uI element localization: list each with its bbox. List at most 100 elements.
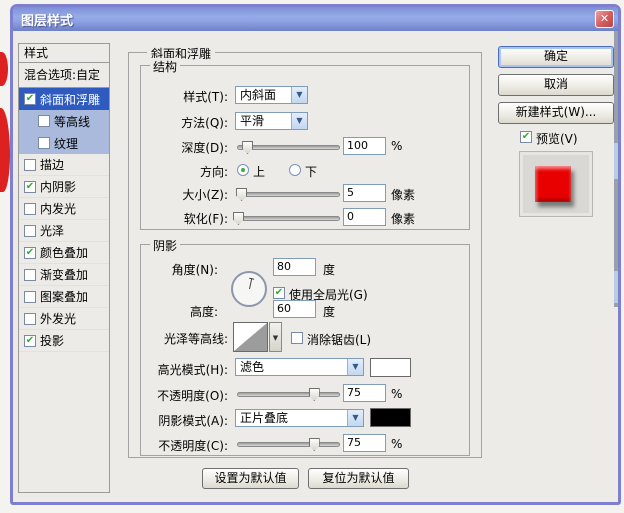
item-checkbox[interactable]	[38, 115, 50, 127]
item-label: 投影	[40, 334, 65, 348]
technique-label: 方法(Q):	[181, 116, 228, 130]
angle-dial[interactable]	[231, 271, 267, 307]
sidebar-item-3[interactable]: 描边	[19, 154, 109, 176]
scrollbar-segment[interactable]	[614, 271, 618, 303]
item-label: 图案叠加	[40, 290, 89, 304]
item-label: 颜色叠加	[40, 246, 89, 260]
sidebar-item-10[interactable]: 外发光	[19, 308, 109, 330]
scrollbar-segment[interactable]	[614, 143, 618, 179]
sidebar-item-7[interactable]: ✔ 颜色叠加	[19, 242, 109, 264]
item-label: 等高线	[54, 114, 91, 129]
highlight-mode-label: 高光模式(H):	[157, 363, 228, 377]
shadow-mode-select[interactable]: 正片叠底 ▼	[235, 409, 364, 427]
anti-alias-checkbox[interactable]	[291, 332, 303, 344]
highlight-opacity-slider[interactable]	[237, 388, 340, 401]
chevron-down-icon[interactable]: ▼	[347, 410, 363, 426]
item-checkbox[interactable]: ✔	[24, 93, 36, 105]
contour-thumbnail-icon	[234, 323, 267, 351]
direction-up-label: 上	[253, 165, 266, 179]
shadow-mode-label: 阴影模式(A):	[158, 414, 228, 428]
gloss-contour-swatch[interactable]	[233, 322, 268, 352]
item-label: 纹理	[54, 136, 79, 151]
sidebar-item-0[interactable]: ✔ 斜面和浮雕	[19, 88, 109, 110]
item-checkbox[interactable]	[24, 312, 36, 325]
item-checkbox[interactable]	[24, 158, 36, 171]
anti-alias-label: 消除锯齿(L)	[307, 333, 372, 347]
structure-legend: 结构	[150, 58, 181, 75]
sidebar-item-2[interactable]: 纹理	[19, 132, 109, 154]
size-slider[interactable]	[236, 188, 340, 201]
soften-unit: 像素	[391, 212, 416, 226]
soften-slider[interactable]	[233, 212, 340, 225]
direction-up-radio[interactable]	[237, 164, 249, 176]
highlight-mode-select[interactable]: 滤色 ▼	[235, 358, 364, 376]
depth-slider[interactable]	[237, 141, 340, 154]
sidebar-item-11[interactable]: ✔ 投影	[19, 330, 109, 352]
direction-label: 方向:	[199, 165, 228, 179]
sidebar-item-5[interactable]: 内发光	[19, 198, 109, 220]
global-light-checkbox[interactable]: ✔	[273, 287, 285, 299]
highlight-mode-value: 滤色	[240, 360, 265, 374]
new-style-button[interactable]: 新建样式(W)...	[498, 102, 614, 124]
technique-select[interactable]: 平滑 ▼	[235, 112, 308, 130]
chevron-down-icon[interactable]: ▼	[291, 87, 307, 103]
altitude-input[interactable]: 60	[273, 300, 316, 318]
item-checkbox[interactable]	[24, 268, 36, 281]
sidebar-item-8[interactable]: 渐变叠加	[19, 264, 109, 286]
shadow-opacity-slider[interactable]	[237, 438, 340, 451]
ok-button[interactable]: 确定	[498, 46, 614, 68]
item-label: 渐变叠加	[40, 268, 89, 282]
styles-list-header: 样式	[19, 44, 109, 63]
close-icon[interactable]: ✕	[595, 10, 614, 28]
angle-unit: 度	[323, 263, 336, 277]
sidebar-item-blending-options[interactable]: 混合选项:自定	[19, 63, 109, 88]
sidebar-item-9[interactable]: 图案叠加	[19, 286, 109, 308]
layer-style-dialog: 图层样式 ✕ 样式 混合选项:自定 ✔ 斜面和浮雕等高线纹理描边 ✔ 内阴影内发光光泽…	[10, 4, 621, 505]
item-label: 内阴影	[40, 180, 77, 194]
altitude-unit: 度	[323, 305, 336, 319]
preview-thumbnail	[519, 151, 593, 217]
depth-unit: %	[391, 139, 403, 153]
direction-down-label: 下	[305, 165, 318, 179]
sidebar-item-4[interactable]: ✔ 内阴影	[19, 176, 109, 198]
item-label: 描边	[40, 158, 65, 172]
angle-input[interactable]: 80	[273, 258, 316, 276]
style-label: 样式(T):	[183, 90, 228, 104]
chevron-down-icon[interactable]: ▼	[347, 359, 363, 375]
soften-input[interactable]: 0	[343, 208, 386, 226]
contour-dropdown-arrow-icon[interactable]: ▼	[269, 322, 282, 352]
direction-down-radio[interactable]	[289, 164, 301, 176]
shadow-opacity-label: 不透明度(C):	[158, 439, 228, 453]
scrollbar[interactable]	[614, 31, 618, 307]
item-checkbox[interactable]	[24, 202, 36, 215]
highlight-color-swatch[interactable]	[370, 358, 411, 377]
angle-label: 角度(N):	[171, 263, 218, 277]
item-checkbox[interactable]: ✔	[24, 246, 36, 259]
size-input[interactable]: 5	[343, 184, 386, 202]
cancel-button[interactable]: 取消	[498, 74, 614, 96]
highlight-opacity-unit: %	[391, 387, 403, 401]
title-bar[interactable]: 图层样式 ✕	[13, 7, 618, 31]
chevron-down-icon[interactable]: ▼	[291, 113, 307, 129]
item-label: 光泽	[40, 224, 65, 238]
sidebar-item-6[interactable]: 光泽	[19, 220, 109, 242]
set-default-button[interactable]: 设置为默认值	[202, 468, 299, 489]
shadow-opacity-input[interactable]: 75	[343, 434, 386, 452]
shadow-color-swatch[interactable]	[370, 408, 411, 427]
angle-dial-pointer	[249, 278, 253, 290]
item-checkbox[interactable]	[38, 137, 50, 149]
depth-input[interactable]: 100	[343, 137, 386, 155]
sidebar-item-1[interactable]: 等高线	[19, 110, 109, 132]
dialog-title: 图层样式	[21, 13, 74, 29]
reset-default-button[interactable]: 复位为默认值	[308, 468, 409, 489]
item-label: 内发光	[40, 202, 77, 216]
item-checkbox[interactable]	[24, 290, 36, 303]
preview-red-square	[535, 166, 571, 202]
item-checkbox[interactable]: ✔	[24, 180, 36, 193]
highlight-opacity-input[interactable]: 75	[343, 384, 386, 402]
item-checkbox[interactable]: ✔	[24, 334, 36, 347]
style-select-value: 内斜面	[240, 88, 277, 102]
style-select[interactable]: 内斜面 ▼	[235, 86, 308, 104]
item-checkbox[interactable]	[24, 224, 36, 237]
preview-checkbox[interactable]: ✔	[520, 131, 532, 143]
